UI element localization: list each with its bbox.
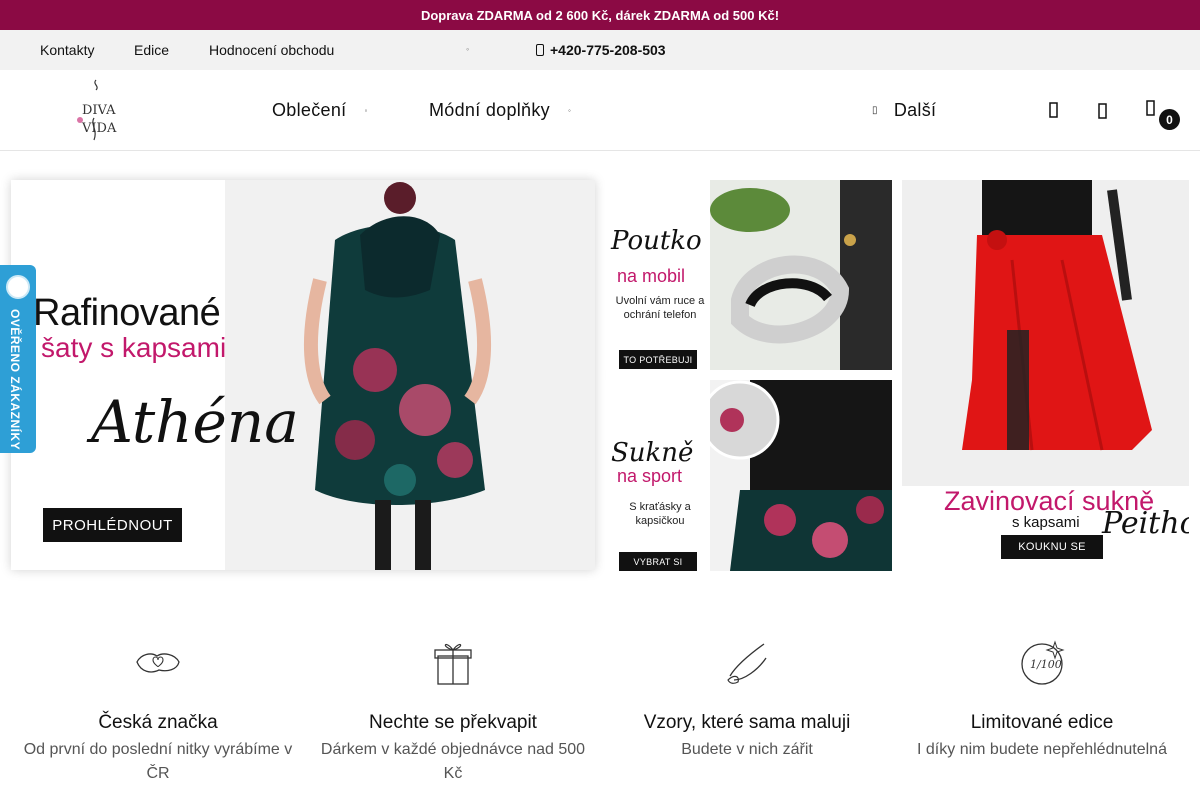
nav-obleceni-label: Oblečení (272, 100, 347, 120)
feature-desc: I díky nim budete nepřehlédnutelná (917, 741, 1167, 758)
kouknu-se-button[interactable]: KOUKNU SE (1001, 535, 1103, 559)
feature-desc: Dárkem v každé objednávce nad 500 Kč (320, 741, 586, 782)
top-utility-nav: Kontakty Edice Hodnocení obchodu ◦ +420-… (0, 30, 1200, 70)
chevron-down-icon: ◦ (567, 106, 572, 115)
phone-icon (536, 44, 544, 56)
logo[interactable]: DIVA VIDA (72, 78, 128, 142)
verified-customers-tab[interactable]: OVĚŘENO ZÁKAZNÍKY (0, 265, 36, 453)
banner-athena[interactable]: Rafinované šaty s kapsami Athéna PROHLÉD… (11, 180, 595, 570)
phone-number: +420-775-208-503 (550, 42, 666, 58)
search-icon[interactable] (1044, 100, 1064, 122)
main-header: DIVA VIDA Oblečení ◦ Módní doplňky ◦ ▯ D… (0, 70, 1200, 151)
banner-sukne-sub: na sport (617, 466, 683, 486)
feature-title: Nechte se překvapit (369, 712, 537, 733)
verified-label: OVĚŘENO ZÁKAZNÍKY (8, 309, 22, 451)
gift-box-icon (426, 636, 480, 690)
promo-bar: Doprava ZDARMA od 2 600 Kč, dárek ZDARMA… (0, 0, 1200, 30)
feature-desc: Od první do poslední nitky vyrábíme v ČR (23, 741, 293, 782)
logo-text-bottom: VIDA (81, 121, 117, 136)
chevron-down-icon: ◦ (364, 106, 368, 115)
banner-poutko-script: Poutko (611, 226, 702, 256)
banner-sukne-sport-photo (700, 380, 892, 571)
banner-athena-subtitle: šaty s kapsami (41, 332, 227, 363)
user-icon[interactable] (1093, 100, 1113, 122)
nav-obleceni[interactable]: Oblečení ◦ (272, 100, 368, 121)
phone-link[interactable]: +420-775-208-503 (536, 42, 666, 58)
prohlednout-button[interactable]: PROHLÉDNOUT (43, 508, 182, 542)
feature-limitovane-edice: 1/100 Limitované edice I díky nim budete… (899, 636, 1185, 762)
link-hodnoceni-obchodu[interactable]: Hodnocení obchodu (209, 42, 334, 58)
feature-title: Limitované edice (970, 712, 1114, 733)
banner-athena-title: Rafinované (33, 292, 221, 334)
banner-poutko-sub: na mobil (617, 266, 686, 286)
feature-desc: Budete v nich zářit (681, 741, 813, 758)
cart-count-badge: 0 (1159, 109, 1180, 130)
link-kontakty[interactable]: Kontakty (40, 42, 94, 58)
nav-modni-doplnky-label: Módní doplňky (429, 100, 550, 120)
banner-zavinovaci-photo (902, 180, 1189, 486)
nav-dalsi-label: Další (893, 100, 937, 120)
brush-pencil-icon (720, 636, 774, 690)
feature-vzory: Vzory, které sama maluji Budete v nich z… (604, 636, 890, 762)
czech-map-heart-icon (131, 636, 185, 690)
feature-ceska-znacka: Česká značka Od první do poslední nitky … (15, 636, 301, 786)
more-dot-icon: ◦ (466, 44, 470, 54)
banner-zavinovaci-script: Peithó (1102, 506, 1189, 541)
feature-title: Vzory, které sama maluji (643, 712, 851, 733)
banner-sukne-script: Sukně (611, 438, 694, 468)
banner-poutko-text: Uvolní vám ruce a ochrání telefon (615, 295, 705, 322)
banner-athena-photo (225, 180, 595, 570)
banner-sukne-sport[interactable]: Sukně na sport S kraťásky a kapsičkou VY… (605, 380, 892, 571)
menu-dots-icon: ▯ (872, 105, 878, 116)
vybrat-si-button[interactable]: VYBRAT SI (619, 552, 697, 571)
banner-zavinovaci-sub: s kapsami (1012, 514, 1080, 531)
promo-text: Doprava ZDARMA od 2 600 Kč, dárek ZDARMA… (420, 7, 780, 23)
nav-dalsi[interactable]: ▯ Další (872, 100, 936, 121)
banner-athena-script: Athéna (91, 388, 299, 456)
nav-modni-doplnky[interactable]: Módní doplňky ◦ (429, 100, 571, 121)
to-potrebuji-button[interactable]: TO POTŘEBUJI (619, 350, 697, 369)
link-edice[interactable]: Edice (134, 42, 169, 58)
banner-poutko-photo (710, 180, 892, 370)
svg-text:1/100: 1/100 (1030, 658, 1062, 671)
feature-nechte-se-prekvapit: Nechte se překvapit Dárkem v každé objed… (310, 636, 596, 786)
limited-100-icon: 1/100 (1015, 636, 1069, 690)
banner-zavinovaci-sukne[interactable]: Zavinovací sukně s kapsami Peithó KOUKNU… (902, 180, 1189, 570)
logo-text-top: DIVA (82, 103, 116, 118)
verified-seal-icon (6, 275, 30, 299)
banner-sukne-text: S kraťásky a kapsičkou (629, 501, 691, 528)
banner-poutko[interactable]: Poutko na mobil Uvolní vám ruce a ochrán… (605, 180, 892, 370)
feature-title: Česká značka (98, 712, 218, 733)
